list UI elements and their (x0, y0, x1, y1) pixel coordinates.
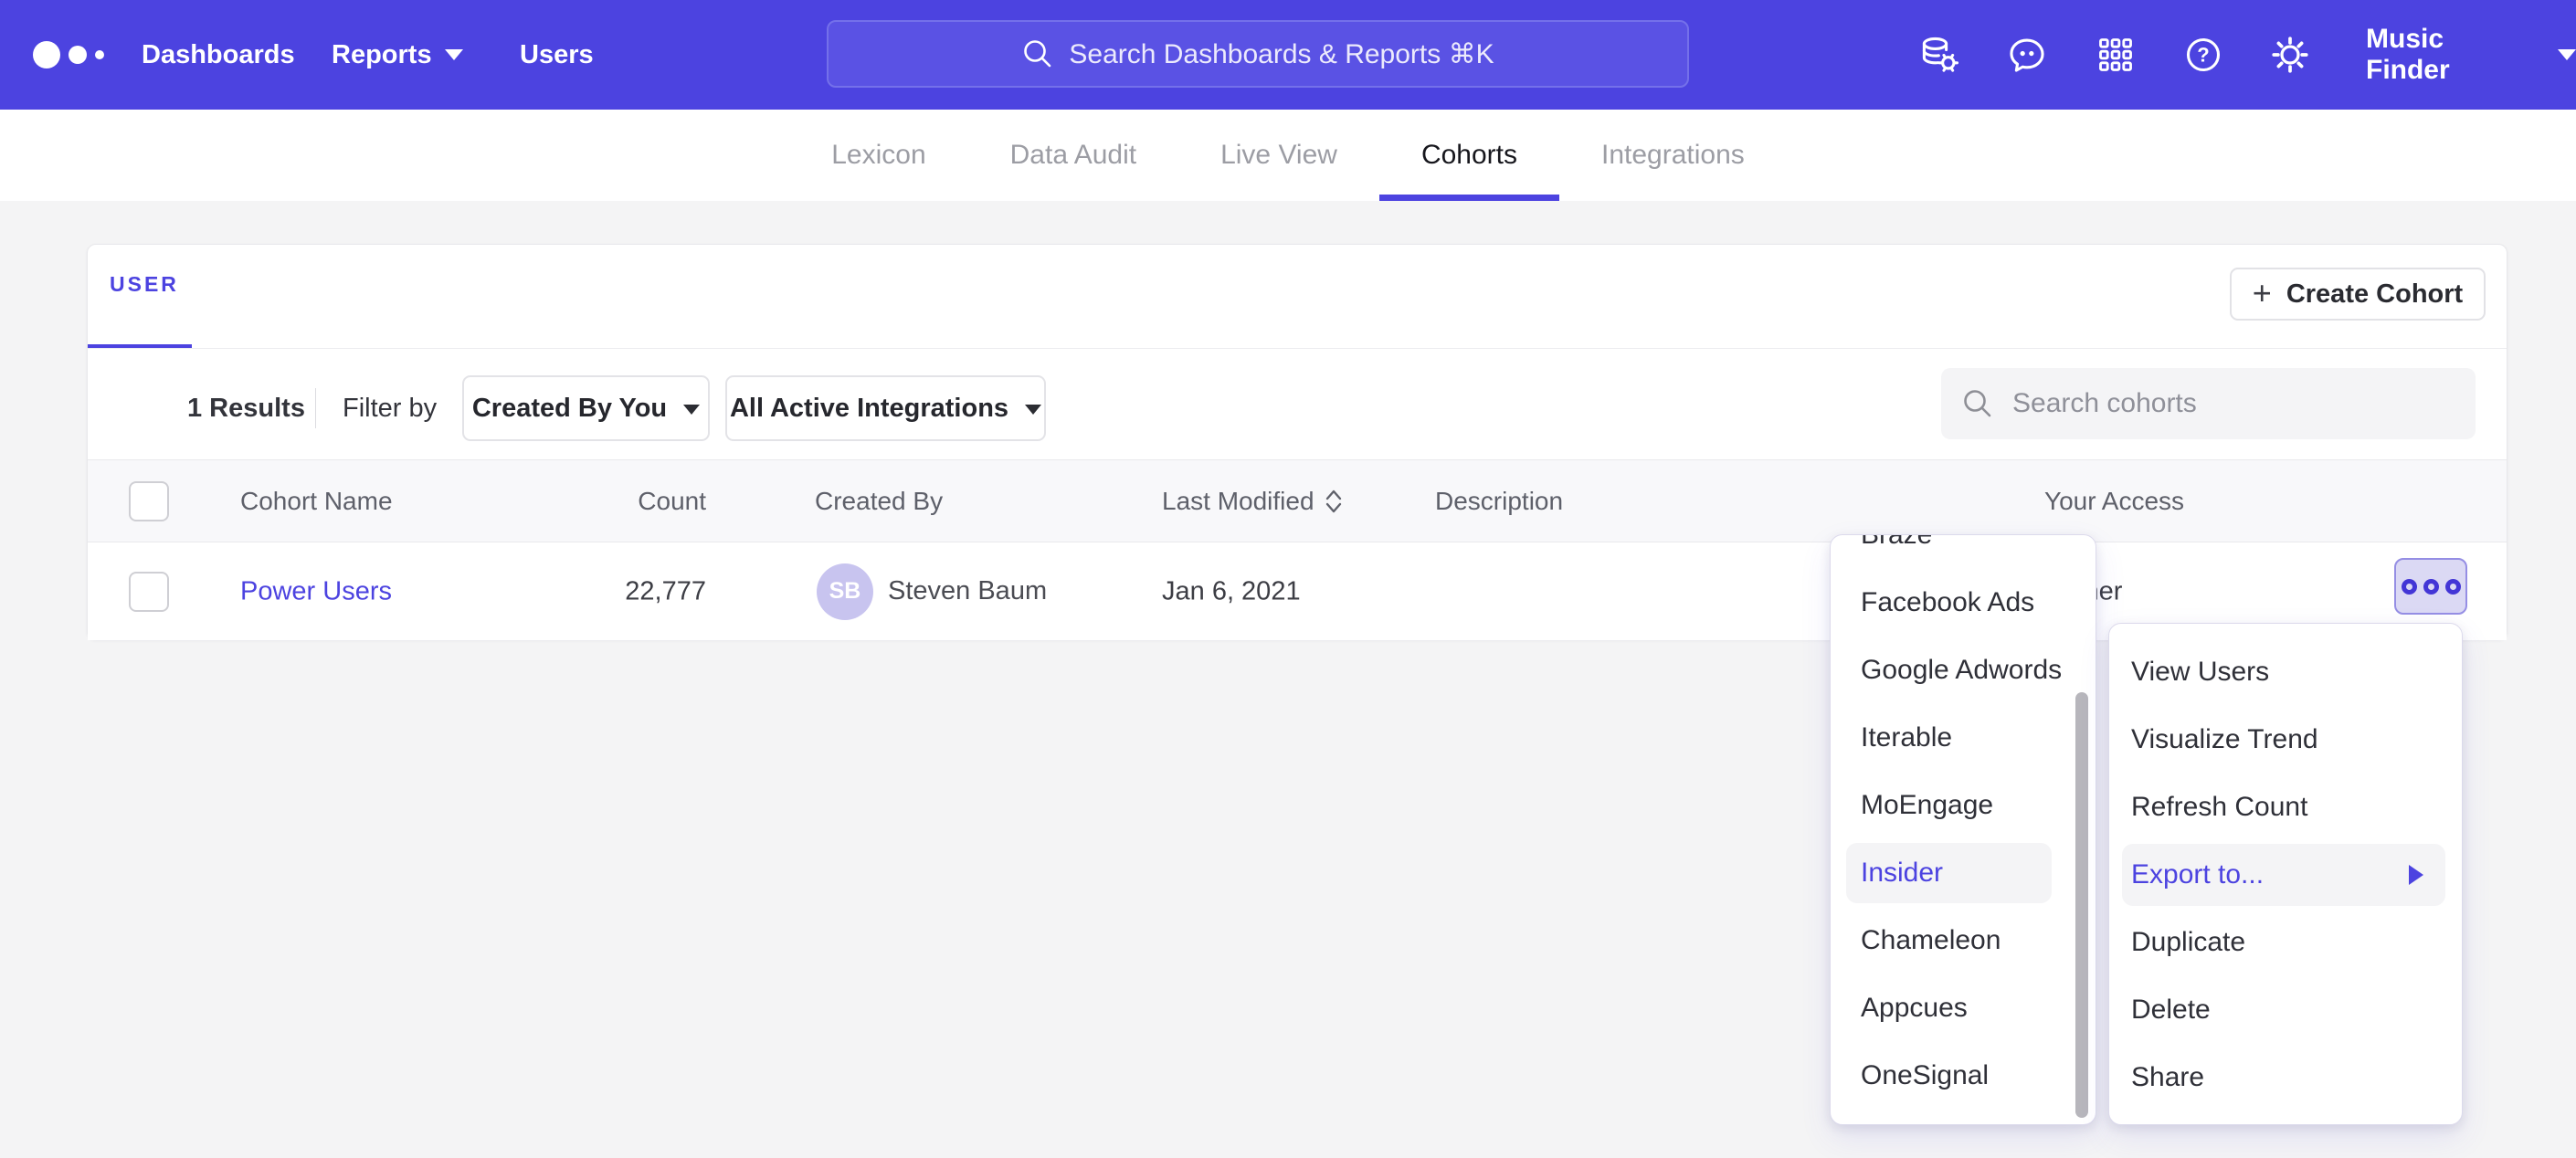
export-destinations-submenu: Braze Facebook Ads Google Adwords Iterab… (1830, 534, 2096, 1125)
create-cohort-label: Create Cohort (2286, 279, 2463, 310)
cohort-search-input[interactable]: Search cohorts (1941, 368, 2476, 439)
logo-dot-medium (69, 46, 87, 64)
menu-item-duplicate[interactable]: Duplicate (2109, 909, 2462, 976)
dot-icon (2402, 579, 2417, 595)
grid-glyph (2096, 35, 2136, 75)
nav-dashboards[interactable]: Dashboards (142, 0, 295, 110)
submenu-item-onesignal[interactable]: OneSignal (1831, 1042, 2096, 1110)
nav-dashboards-label: Dashboards (142, 40, 295, 70)
submenu-arrow-icon (2409, 865, 2423, 885)
col-last-modified[interactable]: Last Modified (1162, 487, 1344, 516)
tab-integrations[interactable]: Integrations (1559, 110, 1787, 201)
tab-cohorts[interactable]: Cohorts (1379, 110, 1559, 201)
submenu-item-insider[interactable]: Insider (1846, 843, 2052, 903)
tab-live-view[interactable]: Live View (1178, 110, 1379, 201)
nav-users[interactable]: Users (520, 0, 594, 110)
user-cohorts-tab[interactable]: USER (110, 272, 179, 297)
created-by-filter-dropdown[interactable]: Created By You (462, 375, 710, 441)
svg-text:?: ? (2197, 44, 2209, 67)
submenu-item-appcues[interactable]: Appcues (1831, 974, 2096, 1042)
chevron-down-icon (445, 49, 463, 60)
submenu-item-braze[interactable]: Braze (1831, 534, 2096, 569)
messages-icon[interactable] (2001, 0, 2053, 110)
search-icon (1021, 37, 1054, 70)
filter-by-label: Filter by (343, 375, 437, 441)
chat-bubble-glyph (2007, 35, 2047, 75)
menu-item-export-to-label: Export to... (2131, 859, 2264, 890)
cohort-search-placeholder: Search cohorts (2012, 388, 2197, 419)
question-circle-glyph: ? (2183, 35, 2223, 75)
export-destinations-list: Braze Facebook Ads Google Adwords Iterab… (1831, 534, 2096, 1110)
integrations-filter-dropdown[interactable]: All Active Integrations (725, 375, 1046, 441)
submenu-scrollbar[interactable] (2075, 692, 2088, 1118)
search-icon (1961, 387, 1994, 420)
chevron-down-icon (683, 405, 700, 415)
menu-item-export-to[interactable]: Export to... (2122, 844, 2445, 906)
col-description[interactable]: Description (1435, 487, 1563, 516)
integrations-filter-value: All Active Integrations (730, 394, 1008, 424)
divider (88, 348, 2507, 349)
gear-glyph (2269, 34, 2311, 76)
mixpanel-logo-icon[interactable] (33, 0, 115, 110)
chevron-down-icon (2558, 49, 2576, 60)
logo-dot-small (95, 50, 104, 59)
settings-gear-icon[interactable] (2265, 0, 2316, 110)
col-your-access[interactable]: Your Access (2044, 487, 2184, 516)
results-count: 1 Results (187, 375, 305, 441)
menu-item-delete[interactable]: Delete (2109, 976, 2462, 1044)
menu-item-share[interactable]: Share (2109, 1044, 2462, 1111)
divider (315, 388, 316, 428)
section-tabbar: Lexicon Data Audit Live View Cohorts Int… (0, 110, 2576, 201)
last-modified-cell: Jan 6, 2021 (1162, 576, 1301, 606)
avatar: SB (817, 563, 873, 620)
checkbox-box (129, 481, 169, 521)
menu-item-visualize-trend[interactable]: Visualize Trend (2109, 706, 2462, 774)
col-count[interactable]: Count (526, 487, 706, 516)
select-all-checkbox[interactable] (129, 481, 169, 521)
data-management-icon[interactable] (1915, 0, 1966, 110)
row-context-menu: View Users Visualize Trend Refresh Count… (2108, 623, 2463, 1125)
chevron-down-icon (1025, 405, 1041, 415)
menu-item-refresh-count[interactable]: Refresh Count (2109, 774, 2462, 841)
table-header-row: Cohort Name Count Created By Last Modifi… (88, 459, 2507, 542)
cohort-count: 22,777 (526, 576, 706, 606)
tab-data-audit[interactable]: Data Audit (968, 110, 1178, 201)
created-by-cell: SB Steven Baum (817, 563, 1047, 620)
help-icon[interactable]: ? (2178, 0, 2229, 110)
cohort-name-link[interactable]: Power Users (240, 576, 392, 606)
menu-item-view-users[interactable]: View Users (2109, 638, 2462, 706)
global-search-input[interactable]: Search Dashboards & Reports ⌘K (827, 20, 1689, 88)
dot-icon (2423, 579, 2439, 595)
apps-grid-icon[interactable] (2090, 0, 2141, 110)
submenu-item-moengage[interactable]: MoEngage (1831, 772, 2096, 839)
nav-reports[interactable]: Reports (332, 0, 463, 110)
row-checkbox[interactable] (129, 572, 169, 612)
logo-dot-large (33, 41, 60, 68)
submenu-item-facebook-ads[interactable]: Facebook Ads (1831, 569, 2096, 637)
submenu-item-chameleon[interactable]: Chameleon (1831, 907, 2096, 974)
checkbox-box (129, 572, 169, 612)
global-search-placeholder: Search Dashboards & Reports ⌘K (1069, 38, 1494, 70)
database-gear-glyph (1920, 35, 1960, 75)
top-navbar: Dashboards Reports Users Search Dashboar… (0, 0, 2576, 110)
col-last-modified-label: Last Modified (1162, 487, 1314, 516)
sort-icon (1324, 487, 1344, 516)
plus-icon: + (2253, 277, 2272, 310)
submenu-item-iterable[interactable]: Iterable (1831, 704, 2096, 772)
create-cohort-button[interactable]: + Create Cohort (2230, 268, 2486, 321)
project-name: Music Finder (2366, 24, 2534, 86)
app-screen: Dashboards Reports Users Search Dashboar… (0, 0, 2576, 1158)
row-more-actions-button[interactable] (2394, 558, 2467, 615)
tab-lexicon[interactable]: Lexicon (789, 110, 967, 201)
nav-users-label: Users (520, 40, 594, 70)
creator-name: Steven Baum (888, 576, 1047, 606)
dot-icon (2445, 579, 2461, 595)
col-created-by[interactable]: Created By (815, 487, 943, 516)
submenu-item-google-adwords[interactable]: Google Adwords (1831, 637, 2096, 704)
col-cohort-name[interactable]: Cohort Name (240, 487, 393, 516)
created-by-filter-value: Created By You (472, 394, 667, 424)
cohorts-card: USER + Create Cohort 1 Results Filter by… (87, 244, 2507, 640)
project-selector[interactable]: Music Finder (2366, 0, 2576, 110)
nav-reports-label: Reports (332, 40, 432, 70)
